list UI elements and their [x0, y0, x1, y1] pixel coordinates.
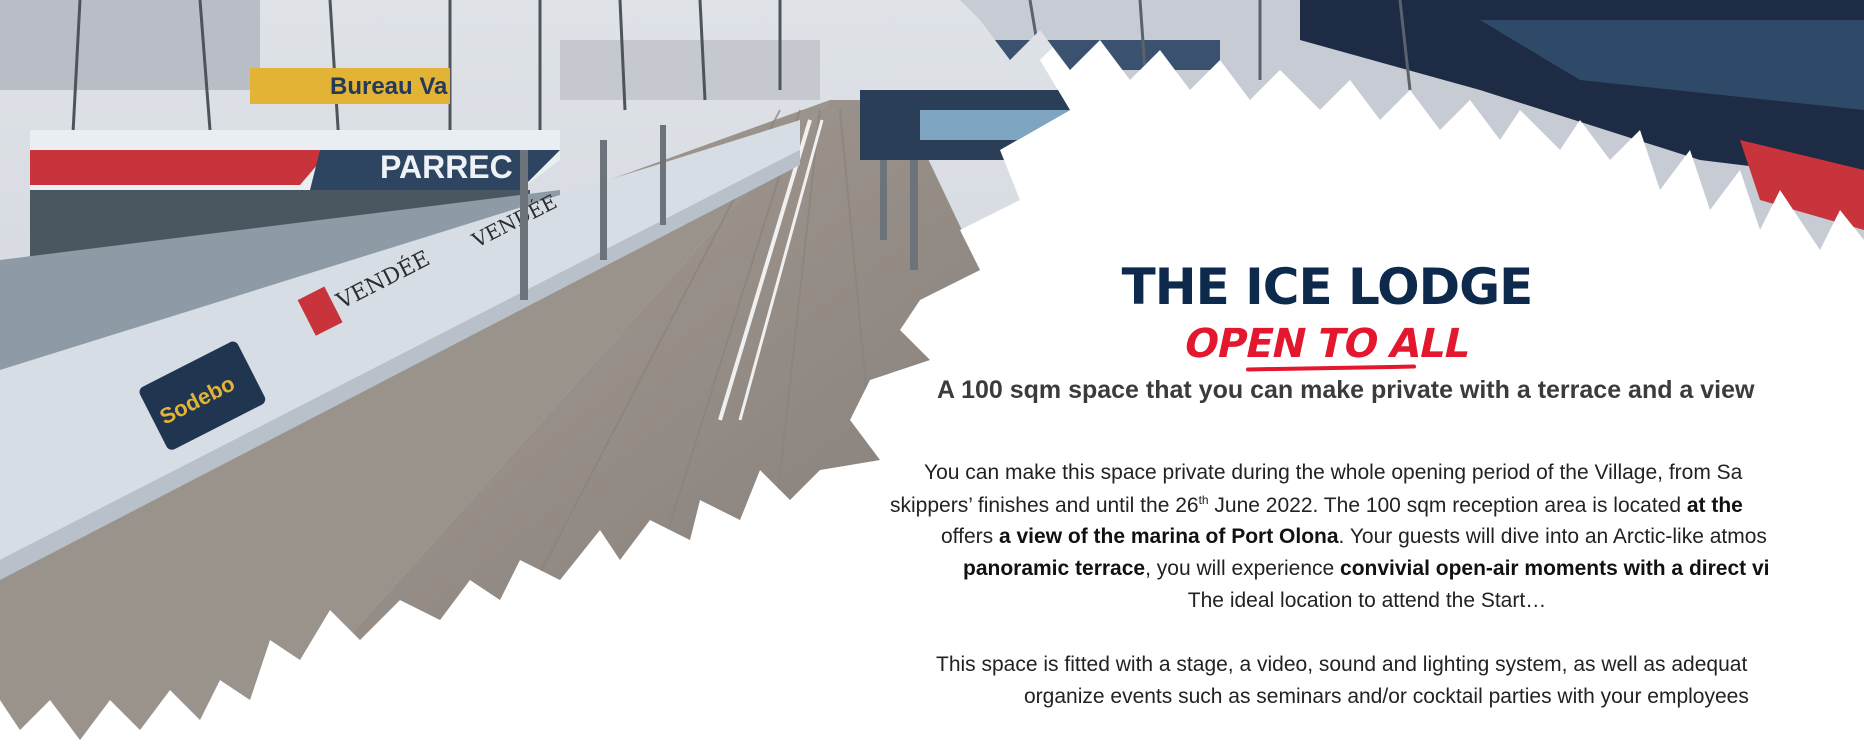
text-sup: th [1198, 493, 1209, 507]
text-fragment: offers [941, 525, 999, 548]
paragraph-2-line-2: organize events such as seminars and/or … [1024, 685, 1749, 708]
page: PARREC Bureau Va Sodebo VENDÉE VENDÉE TH… [0, 0, 1864, 747]
paragraph-1-line-2: skippers’ finishes and until the 26th Ju… [890, 494, 1743, 516]
boat-name-text: PARREC [380, 149, 513, 185]
text-fragment: June 2022. The 100 sqm reception area is… [1208, 494, 1687, 517]
paragraph-1-line-4: panoramic terrace, you will experience c… [963, 558, 1769, 579]
paragraph-1-line-5: The ideal location to attend the Start… [1187, 589, 1547, 612]
boat-sponsor-text: Bureau Va [330, 73, 448, 100]
text-bold: a view of the marina of Port Olona [998, 525, 1339, 548]
text-bold: convivial open-air moments with a direct… [1340, 557, 1770, 580]
text-bold: panoramic terrace [963, 557, 1146, 580]
text-fragment: . Your guests will dive into an Arctic-l… [1338, 525, 1767, 548]
paragraph-1-line-1: You can make this space private during t… [924, 461, 1743, 484]
hero-photo-right [960, 0, 1864, 250]
section-title: THE ICE LODGE [1121, 258, 1534, 316]
text-fragment: , you will experience [1145, 557, 1341, 580]
paragraph-2-line-1: This space is fitted with a stage, a vid… [936, 653, 1748, 676]
text-bold: at the [1686, 494, 1743, 517]
section-subtitle: OPEN TO ALL [1180, 321, 1474, 367]
section-lead: A 100 sqm space that you can make privat… [937, 376, 1755, 404]
text-fragment: skippers’ finishes and until the 26 [890, 494, 1199, 517]
paragraph-1-line-3: offers a view of the marina of Port Olon… [941, 526, 1767, 547]
